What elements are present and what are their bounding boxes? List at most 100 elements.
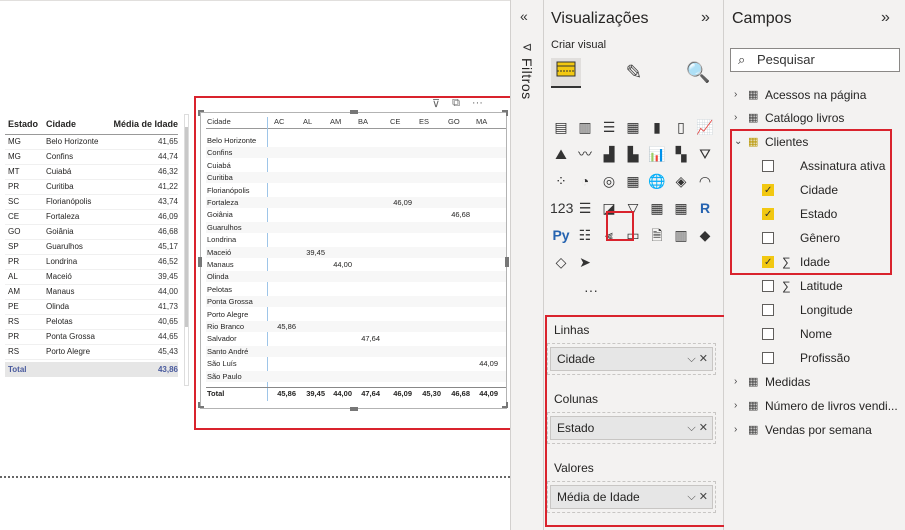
chevron-right-icon[interactable]: › xyxy=(734,84,737,106)
matrix-row[interactable]: Pelotas xyxy=(206,284,506,295)
matrix-row[interactable]: Curitiba xyxy=(206,172,506,184)
field-table-row[interactable]: › ▦ Acessos na página xyxy=(724,84,905,106)
chevron-down-icon[interactable]: ⌵ ✕ xyxy=(687,348,708,370)
field-checkbox[interactable] xyxy=(762,304,774,316)
corner-handle-br[interactable] xyxy=(502,402,508,408)
matrix-row[interactable]: Santo André xyxy=(206,345,506,357)
field-table-row[interactable]: › ▦ Vendas por semana xyxy=(724,419,905,441)
clustered-bar-icon[interactable]: ☰ xyxy=(598,116,620,138)
area-chart-icon[interactable]: ⛰ xyxy=(550,143,572,165)
chevron-right-icon[interactable]: › xyxy=(734,395,737,417)
table-row[interactable]: PR Curitiba 41,22 xyxy=(5,180,178,195)
filters-pane[interactable]: « ⊲ Filtros xyxy=(510,0,544,530)
field-checkbox[interactable] xyxy=(762,328,774,340)
field-row[interactable]: Longitude xyxy=(724,299,905,321)
stacked-bar-icon[interactable]: ▤ xyxy=(550,116,572,138)
matrix-row[interactable]: Fortaleza 46,09 xyxy=(206,197,506,208)
chevron-right-icon[interactable]: › xyxy=(734,419,737,441)
focus-mode-icon[interactable]: ⧉ xyxy=(452,97,460,110)
matrix-col-header[interactable]: MA xyxy=(476,117,487,126)
field-table-row[interactable]: › ▦ Medidas xyxy=(724,371,905,393)
more-options-icon[interactable]: ··· xyxy=(472,97,483,110)
table-row[interactable]: MT Cuiabá 46,32 xyxy=(5,165,178,180)
matrix-col-header[interactable]: BA xyxy=(358,117,368,126)
matrix-row[interactable]: Florianópolis xyxy=(206,185,506,196)
field-checkbox[interactable] xyxy=(762,352,774,364)
expand-fields-icon[interactable]: » xyxy=(881,9,890,27)
matrix-row[interactable]: Ponta Grossa xyxy=(206,296,506,308)
resize-handle-right[interactable] xyxy=(505,257,509,267)
field-checkbox[interactable] xyxy=(762,280,774,292)
chevron-down-icon[interactable]: ⌵ ✕ xyxy=(687,417,708,439)
multi-row-card-icon[interactable]: ☰ xyxy=(574,197,596,219)
100-bar-icon[interactable]: ▮ xyxy=(646,116,668,138)
table-row[interactable]: AL Maceió 39,45 xyxy=(5,270,178,285)
matrix-col-header[interactable]: AC xyxy=(274,117,284,126)
matrix-row[interactable]: Manaus 44,00 xyxy=(206,259,506,270)
field-row[interactable]: ∑ Latitude xyxy=(724,275,905,297)
matrix-row[interactable]: Goiânia 46,68 xyxy=(206,209,506,220)
table-row[interactable]: PE Olinda 41,73 xyxy=(5,300,178,315)
100-column-icon[interactable]: ▯ xyxy=(670,116,692,138)
rows-field-pill[interactable]: Cidade ⌵ ✕ xyxy=(550,347,713,371)
analytics-icon[interactable]: 🔍 xyxy=(683,58,713,88)
chevron-right-icon[interactable]: › xyxy=(734,107,737,129)
matrix-visual[interactable]: Cidade AC AL AM BA CE ES GO MA Belo Horizonte Co… xyxy=(200,112,507,409)
table-row[interactable]: SP Guarulhos 45,17 xyxy=(5,240,178,255)
card-icon[interactable]: 123 xyxy=(550,197,573,219)
table-scrollbar[interactable] xyxy=(184,114,189,386)
map-icon[interactable]: 🌐 xyxy=(646,170,668,192)
chevron-right-icon[interactable]: › xyxy=(734,371,737,393)
more-visuals-icon[interactable]: ··· xyxy=(584,282,598,298)
corner-handle-tr[interactable] xyxy=(502,110,508,116)
build-visual-tab-icon[interactable] xyxy=(551,58,581,88)
table-row[interactable]: MG Belo Horizonte 41,65 xyxy=(5,135,178,150)
table-row[interactable]: PR Londrina 46,52 xyxy=(5,255,178,270)
funnel-icon[interactable]: ⛛ xyxy=(694,143,716,165)
matrix-row[interactable]: Salvador 47,64 xyxy=(206,333,506,344)
waterfall-icon[interactable]: ▚ xyxy=(670,143,692,165)
stacked-area-icon[interactable]: 〰 xyxy=(574,143,596,165)
stacked-column-icon[interactable]: ▥ xyxy=(574,116,596,138)
matrix-row[interactable]: Porto Alegre xyxy=(206,309,506,320)
ribbon-chart-icon[interactable]: 📊 xyxy=(646,143,668,165)
table-row[interactable]: AM Manaus 44,00 xyxy=(5,285,178,300)
matrix-row[interactable]: Maceió 39,45 xyxy=(206,246,506,258)
table-row[interactable]: CE Fortaleza 46,09 xyxy=(5,210,178,225)
fields-search-input[interactable]: ⌕ Pesquisar xyxy=(730,48,900,72)
table-row[interactable]: PR Ponta Grossa 44,65 xyxy=(5,330,178,345)
field-row[interactable]: Profissão xyxy=(724,347,905,369)
chevron-down-icon[interactable]: ⌵ ✕ xyxy=(687,486,708,508)
filter-icon[interactable]: ⊽ xyxy=(432,97,440,110)
resize-handle-bottom[interactable] xyxy=(350,407,358,411)
field-table-row[interactable]: › ▦ Catálogo livros xyxy=(724,107,905,129)
table-icon[interactable]: ▦ xyxy=(646,197,668,219)
matrix-col-header[interactable]: GO xyxy=(448,117,460,126)
matrix-row[interactable]: Olinda xyxy=(206,271,506,283)
columns-field-pill[interactable]: Estado ⌵ ✕ xyxy=(550,416,713,440)
collapse-filters-icon[interactable]: « xyxy=(520,8,528,24)
line-clustered-icon[interactable]: ▙ xyxy=(622,143,644,165)
resize-handle-top[interactable] xyxy=(350,110,358,114)
donut-chart-icon[interactable]: ◎ xyxy=(598,170,620,192)
matrix-icon[interactable]: ▦ xyxy=(670,197,692,219)
power-automate-icon[interactable]: ➤ xyxy=(574,251,596,273)
table-visual[interactable]: Estado Cidade Média de Idade MG Belo Hori… xyxy=(5,115,178,377)
gauge-icon[interactable]: ◠ xyxy=(694,170,716,192)
table-row[interactable]: MG Confins 44,74 xyxy=(5,150,178,165)
table-row[interactable]: SC Florianópolis 43,74 xyxy=(5,195,178,210)
matrix-row[interactable]: São Luís 44,09 xyxy=(206,358,506,369)
clustered-column-icon[interactable]: ▦ xyxy=(622,116,644,138)
values-field-pill[interactable]: Média de Idade ⌵ ✕ xyxy=(550,485,713,509)
expand-viz-icon[interactable]: » xyxy=(701,9,710,27)
pie-chart-icon[interactable]: ◔ xyxy=(574,170,596,192)
col-header-estado[interactable]: Estado xyxy=(8,119,46,129)
resize-handle-left[interactable] xyxy=(198,257,202,267)
key-influencers-icon[interactable]: ☷ xyxy=(574,224,596,246)
matrix-col-header[interactable]: CE xyxy=(390,117,400,126)
matrix-row[interactable]: Rio Branco 45,86 xyxy=(206,321,506,332)
matrix-row[interactable]: São Paulo xyxy=(206,370,506,382)
narrative-icon[interactable]: 🗎 xyxy=(646,224,668,246)
table-row[interactable]: RS Porto Alegre 45,43 xyxy=(5,345,178,360)
azure-map-icon[interactable]: ◆ xyxy=(694,224,716,246)
